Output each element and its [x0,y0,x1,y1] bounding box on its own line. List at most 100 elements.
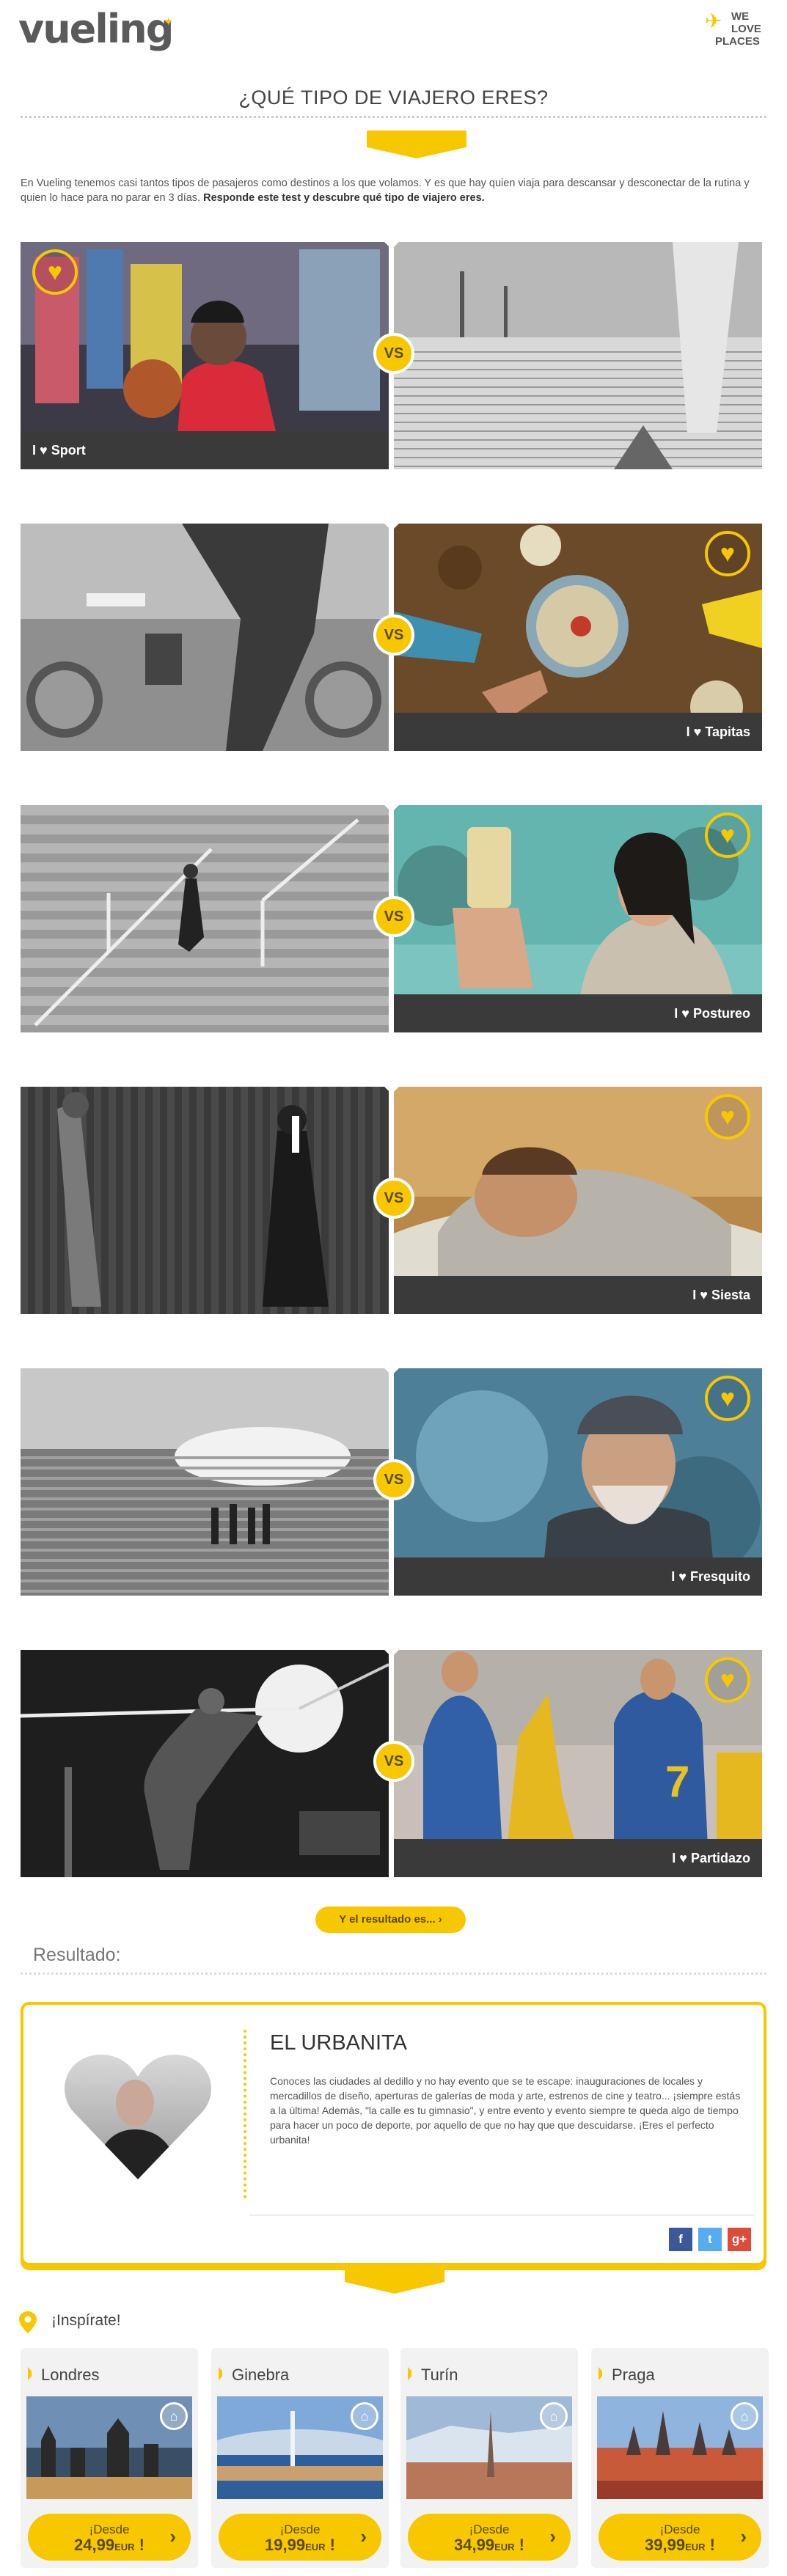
marker-icon [408,2367,411,2380]
marker-icon [599,2367,602,2380]
small-heart-icon: ♥ [36,443,51,458]
destination-card[interactable]: Londres ⌂ ¡Desde 24,99EUR ! › [21,2348,198,2568]
option-left-photo[interactable] [21,524,389,751]
heart-icon[interactable]: ♥ [705,1376,750,1421]
city-name: Londres [41,2366,100,2384]
heart-icon[interactable]: ♥ [705,531,750,576]
quiz-pair: 7 ♥ I ♥ Partidazo VS [21,1643,766,1877]
price-prefix: ¡Desde [659,2522,700,2536]
city-name: Praga [612,2366,655,2384]
heart-icon[interactable]: ♥ [705,812,750,858]
option-label: I ♥ Siesta [394,1276,762,1314]
option-label-text: Siesta [711,1288,750,1302]
destination-card[interactable]: Praga ⌂ ¡Desde 39,99EUR ! › [591,2348,769,2568]
price-button[interactable]: ¡Desde 34,99EUR ! › [408,2514,571,2561]
we-love-places-badge: ✈ WE LOVE PLACES [705,9,765,57]
heart-icon[interactable]: ♥ [705,1657,750,1703]
facebook-share-button[interactable]: f [669,2228,692,2251]
option-image [21,524,389,751]
price-button[interactable]: ¡Desde 39,99EUR ! › [599,2514,761,2561]
option-left-photo[interactable]: ♥ I ♥ Sport [21,242,389,469]
tab-decoration [367,131,466,158]
small-heart-icon: ♥ [675,1569,690,1584]
option-label: I ♥ Tapitas [394,713,762,751]
option-label: I ♥ Sport [21,431,389,469]
option-label-text: Postureo [692,1006,750,1021]
quiz-pair: ♥ I ♥ Siesta VS [21,1079,766,1314]
price-button[interactable]: ¡Desde 24,99EUR ! › [28,2514,191,2561]
chevron-right-icon: › [740,2525,747,2547]
city-name: Ginebra [232,2366,290,2384]
heart-avatar [65,2055,211,2179]
star-icon: ✦ [164,15,173,29]
small-heart-icon: ♥ [678,1006,693,1021]
google-plus-share-button[interactable]: g+ [728,2228,751,2251]
option-right-photo[interactable]: ♥ I ♥ Tapitas [394,524,762,751]
option-image [21,805,389,1032]
option-right-photo[interactable]: 7 ♥ I ♥ Partidazo [394,1650,762,1877]
quiz-pair: ♥ I ♥ Tapitas VS [21,516,766,751]
vs-badge: VS [373,1178,414,1219]
option-left-photo[interactable] [21,1650,389,1877]
vueling-logo[interactable]: vueling ✦ [18,6,174,52]
tab-decoration [345,2264,444,2294]
heart-icon[interactable]: ♥ [705,1094,750,1140]
monument-icon: ⌂ [351,2402,378,2430]
vs-badge: VS [373,614,414,656]
small-heart-icon: ♥ [676,1851,691,1865]
price-value: 39,99EUR ! [645,2536,715,2554]
result-description: Conoces las ciudades al dedillo y no hay… [270,2075,741,2146]
option-label-text: Fresquito [689,1569,750,1584]
option-right-photo[interactable] [394,242,762,469]
option-right-photo[interactable]: ♥ I ♥ Siesta [394,1087,762,1314]
destination-card[interactable]: Ginebra ⌂ ¡Desde 19,99EUR ! › [211,2348,389,2568]
badge-line-2: LOVE [731,23,761,35]
monument-icon: ⌂ [731,2402,758,2430]
result-heading: Resultado: [33,1945,121,1965]
vs-badge: VS [373,333,414,374]
price-value: 19,99EUR ! [265,2536,335,2554]
quiz-title: ¿QUÉ TIPO DE VIAJERO ERES? [238,87,549,109]
divider [21,1973,766,1975]
location-pin-icon [19,2311,37,2333]
marker-icon [219,2367,222,2380]
vs-badge: VS [373,896,414,937]
divider [249,2214,754,2216]
option-image [21,1087,389,1314]
option-left-photo[interactable] [21,805,389,1032]
chevron-right-icon: › [360,2525,367,2547]
price-prefix: ¡Desde [89,2522,130,2536]
option-left-photo[interactable] [21,1087,389,1314]
vs-badge: VS [373,1459,414,1500]
option-image [21,1650,389,1877]
result-button[interactable]: Y el resultado es... › [315,1907,466,1933]
price-prefix: ¡Desde [279,2522,321,2536]
chevron-right-icon: › [549,2525,556,2547]
twitter-share-button[interactable]: t [698,2228,722,2251]
option-label: I ♥ Postureo [394,994,762,1032]
destination-card[interactable]: Turín ⌂ ¡Desde 34,99EUR ! › [400,2348,578,2568]
divider [244,2030,246,2198]
badge-line-3: PLACES [715,35,760,48]
option-label-text: Partidazo [690,1851,750,1865]
option-left-photo[interactable] [21,1368,389,1596]
intro-text: En Vueling tenemos casi tantos tipos de … [21,177,750,204]
svg-text:7: 7 [665,1757,689,1806]
option-image [21,1368,389,1596]
monument-icon: ⌂ [160,2402,188,2430]
option-label-text: Sport [51,443,86,458]
option-right-photo[interactable]: ♥ I ♥ Postureo [394,805,762,1032]
vs-badge: VS [373,1741,414,1782]
option-right-photo[interactable]: ♥ I ♥ Fresquito [394,1368,762,1596]
price-button[interactable]: ¡Desde 19,99EUR ! › [219,2514,381,2561]
small-heart-icon: ♥ [696,1288,711,1302]
price-value: 34,99EUR ! [454,2536,524,2554]
heart-icon[interactable]: ♥ [32,249,78,295]
option-label: I ♥ Fresquito [394,1557,762,1596]
quiz-pair: ♥ I ♥ Postureo VS [21,798,766,1032]
monument-icon: ⌂ [540,2402,568,2430]
quiz-pair: ♥ I ♥ Sport VS [21,235,766,469]
marker-icon [28,2367,32,2380]
chevron-right-icon: › [169,2525,176,2547]
inspirate-heading: ¡Inspírate! [51,2312,121,2329]
